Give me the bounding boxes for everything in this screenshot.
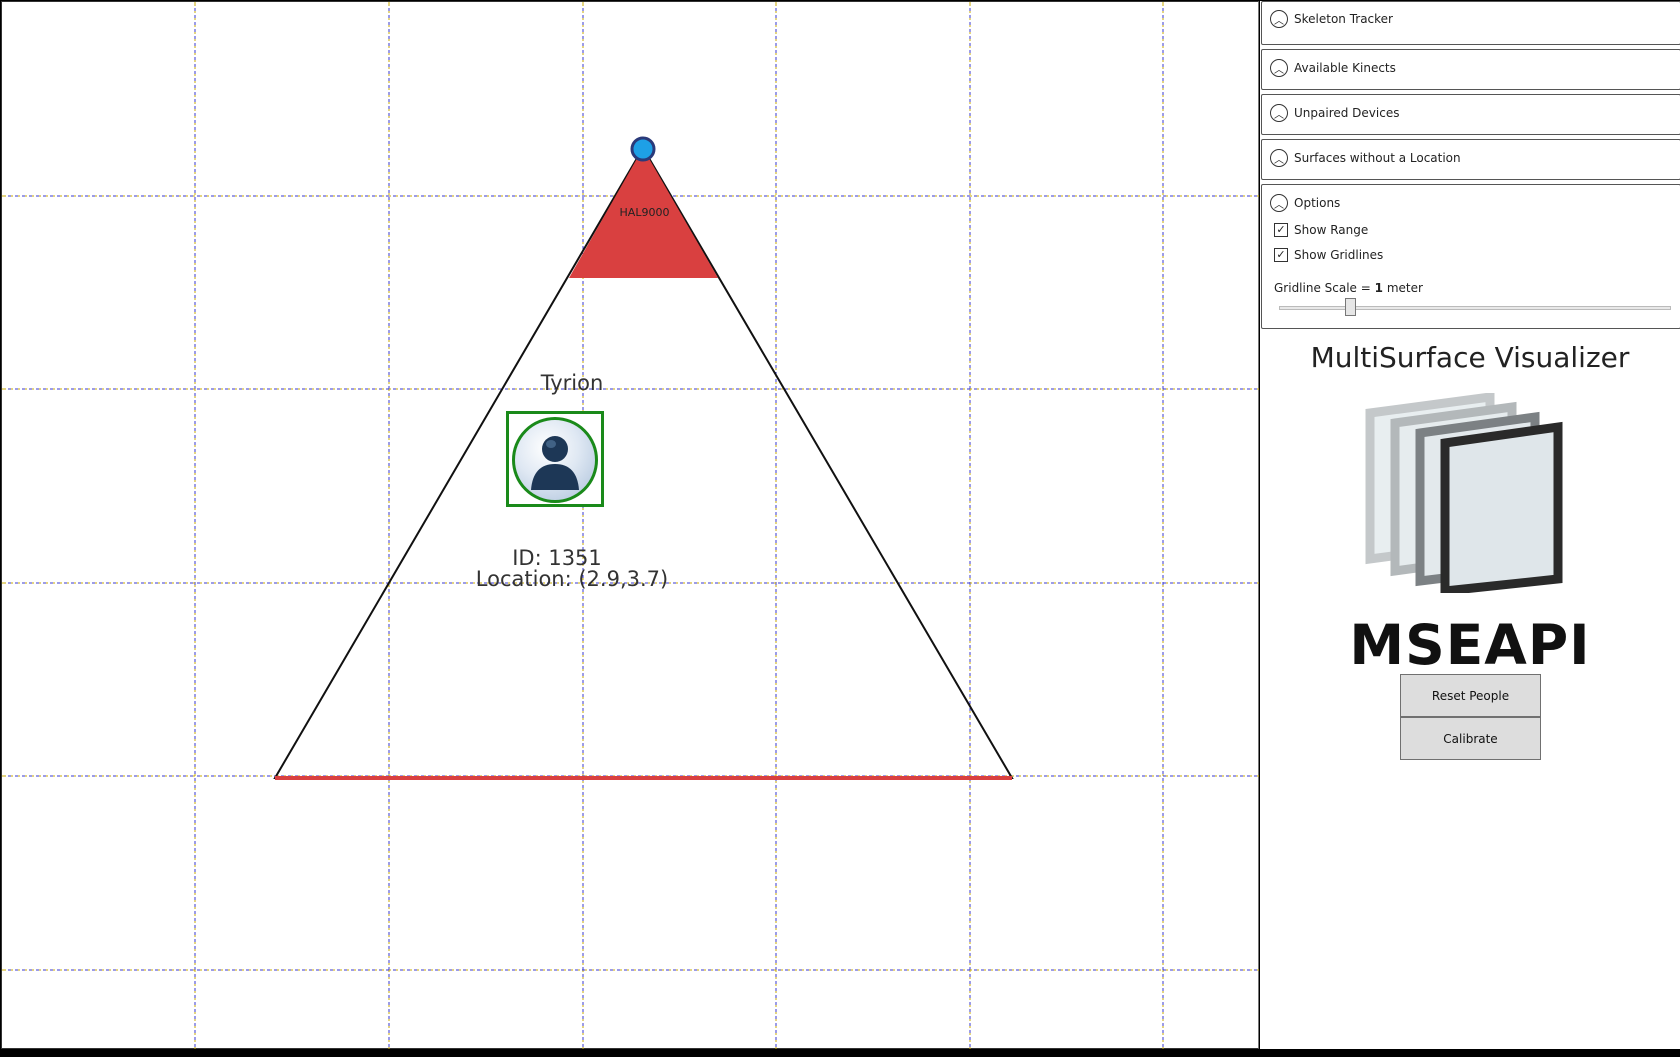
- show-range-checkbox[interactable]: ✓: [1274, 223, 1288, 237]
- person-avatar-icon: [512, 417, 598, 503]
- scale-unit: meter: [1386, 281, 1423, 295]
- show-range-label: Show Range: [1294, 223, 1369, 237]
- expander-unpaired-devices[interactable]: ︿ Unpaired Devices: [1261, 94, 1680, 135]
- scale-value: 1: [1374, 281, 1383, 295]
- expander-skeleton-tracker[interactable]: ︿ Skeleton Tracker: [1261, 1, 1680, 45]
- chevron-up-icon[interactable]: ︿: [1270, 194, 1288, 212]
- chevron-up-icon[interactable]: ︿: [1270, 149, 1288, 167]
- scale-prefix: Gridline Scale =: [1274, 281, 1375, 295]
- show-range-option[interactable]: ✓ Show Range: [1274, 223, 1368, 237]
- expander-header[interactable]: ︿ Skeleton Tracker: [1270, 10, 1393, 28]
- visualizer-canvas[interactable]: HAL9000 Tyrion ID: 1351 Location: (2.9,3…: [1, 1, 1260, 1050]
- chevron-up-icon[interactable]: ︿: [1270, 59, 1288, 77]
- gridlines: [2, 2, 1260, 1050]
- calibrate-button[interactable]: Calibrate: [1400, 717, 1541, 760]
- expander-available-kinects[interactable]: ︿ Available Kinects: [1261, 49, 1680, 90]
- mseapi-logo-icon: [1365, 393, 1563, 593]
- expander-label: Surfaces without a Location: [1294, 151, 1461, 165]
- gridline-scale-label: Gridline Scale = 1 meter: [1274, 281, 1423, 295]
- expander-label: Options: [1294, 196, 1341, 210]
- show-gridlines-checkbox[interactable]: ✓: [1274, 248, 1288, 262]
- expander-header[interactable]: ︿ Unpaired Devices: [1270, 104, 1399, 122]
- expander-header[interactable]: ︿ Options: [1270, 194, 1340, 212]
- user-icon: [531, 436, 579, 490]
- device-label: HAL9000: [619, 206, 670, 219]
- expander-options[interactable]: ︿ Options ✓ Show Range ✓ Show Gridlines …: [1261, 184, 1680, 329]
- expander-label: Unpaired Devices: [1294, 106, 1400, 120]
- show-gridlines-option[interactable]: ✓ Show Gridlines: [1274, 248, 1383, 262]
- expander-surfaces-without-location[interactable]: ︿ Surfaces without a Location: [1261, 139, 1680, 180]
- gridline-scale-slider-track[interactable]: [1279, 306, 1671, 310]
- chevron-up-icon[interactable]: ︿: [1270, 104, 1288, 122]
- show-gridlines-label: Show Gridlines: [1294, 248, 1384, 262]
- canvas-drawing: [2, 2, 1260, 1050]
- reset-people-button[interactable]: Reset People: [1400, 674, 1541, 717]
- app-title: MultiSurface Visualizer: [1310, 341, 1630, 374]
- expander-header[interactable]: ︿ Surfaces without a Location: [1270, 149, 1461, 167]
- person-name: Tyrion: [540, 371, 604, 395]
- kinect-device-dot[interactable]: [630, 136, 656, 162]
- person-id: ID: 1351: [512, 546, 602, 570]
- gridline-scale-slider-thumb[interactable]: [1345, 298, 1356, 316]
- expander-header[interactable]: ︿ Available Kinects: [1270, 59, 1396, 77]
- logo-text: MSEAPI: [1349, 613, 1591, 677]
- expander-label: Skeleton Tracker: [1294, 12, 1393, 26]
- side-panel: ︿ Skeleton Tracker ︿ Available Kinects ︿…: [1260, 1, 1680, 1049]
- expander-label: Available Kinects: [1294, 61, 1396, 75]
- person-marker[interactable]: [506, 411, 604, 507]
- chevron-up-icon[interactable]: ︿: [1270, 10, 1288, 28]
- person-location: Location: (2.9,3.7): [475, 567, 669, 591]
